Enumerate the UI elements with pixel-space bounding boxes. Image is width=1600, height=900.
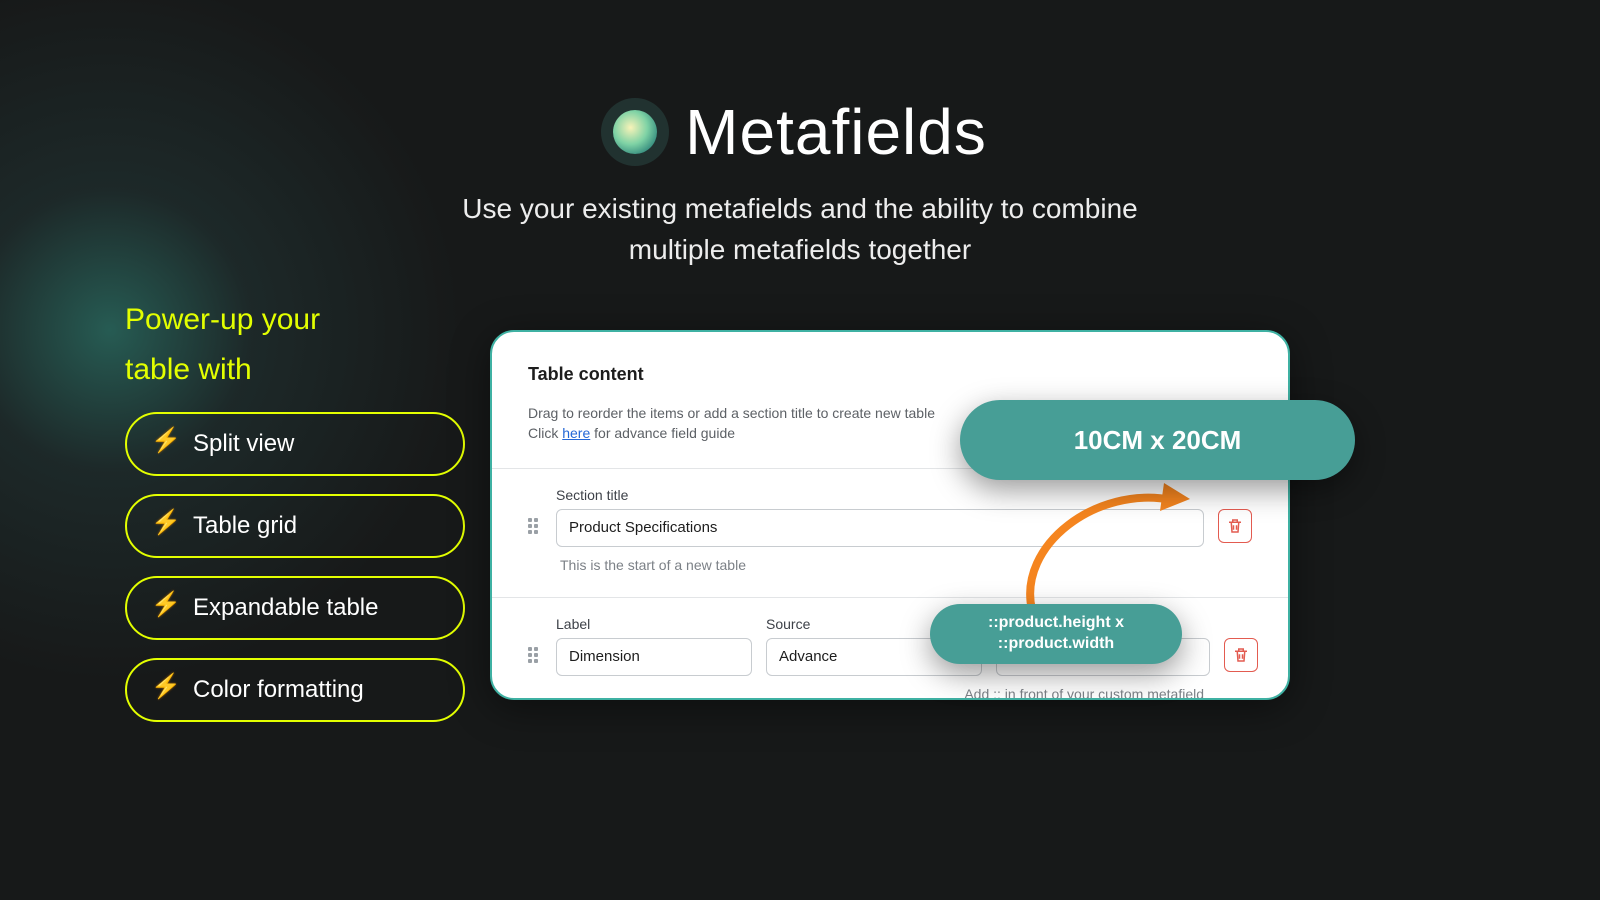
section-title-caption: This is the start of a new table xyxy=(560,557,1252,573)
feature-pill-color-formatting[interactable]: Color formatting xyxy=(125,658,465,722)
feature-heading-2: table with xyxy=(125,353,252,386)
section-title-label: Section title xyxy=(556,487,1204,503)
result-callout-text: 10CM x 20CM xyxy=(1074,425,1242,456)
delete-row-button[interactable] xyxy=(1224,638,1258,672)
page-subtitle-2: multiple metafields together xyxy=(629,234,971,265)
feature-pill-label: Expandable table xyxy=(193,594,378,622)
delete-section-button[interactable] xyxy=(1218,509,1252,543)
bolt-icon xyxy=(153,676,175,704)
drag-handle-icon[interactable] xyxy=(528,518,542,534)
result-callout: 10CM x 20CM xyxy=(960,400,1355,480)
page-title-text: Metafields xyxy=(685,95,987,169)
page-title: Metafields xyxy=(613,95,987,169)
label-field-input[interactable] xyxy=(556,638,752,676)
code-callout: ::product.height x ::product.width xyxy=(930,604,1182,664)
code-callout-text: ::product.height x ::product.width xyxy=(988,613,1124,655)
card-instr-click: Click xyxy=(528,425,562,441)
code-line-1: ::product.height x xyxy=(988,614,1124,631)
feature-pill-table-grid[interactable]: Table grid xyxy=(125,494,465,558)
bolt-icon xyxy=(153,512,175,540)
page-subtitle: Use your existing metafields and the abi… xyxy=(0,189,1600,270)
section-title-row: Section title xyxy=(528,487,1252,547)
feature-pill-split-view[interactable]: Split view xyxy=(125,412,465,476)
label-field-label: Label xyxy=(556,616,752,632)
page-subtitle-1: Use your existing metafields and the abi… xyxy=(462,193,1137,224)
drag-handle-icon[interactable] xyxy=(528,647,542,663)
feature-pill-label: Table grid xyxy=(193,512,297,540)
card-title: Table content xyxy=(528,364,1252,385)
advance-guide-link[interactable]: here xyxy=(562,425,590,441)
trash-icon xyxy=(1232,646,1250,664)
feature-pill-expandable-table[interactable]: Expandable table xyxy=(125,576,465,640)
section-title-input[interactable] xyxy=(556,509,1204,547)
divider xyxy=(492,597,1288,598)
trash-icon xyxy=(1226,517,1244,535)
feature-pill-label: Color formatting xyxy=(193,676,364,704)
code-line-2: ::product.width xyxy=(998,635,1114,652)
hero: Metafields Use your existing metafields … xyxy=(0,95,1600,270)
feature-pill-label: Split view xyxy=(193,430,294,458)
feature-heading-1: Power-up your xyxy=(125,303,320,336)
card-instr-rest: for advance field guide xyxy=(590,425,735,441)
advance-value-caption: Add :: in front of your custom metafield xyxy=(528,686,1204,700)
feature-heading: Power-up your table with xyxy=(125,295,465,394)
card-instr-1: Drag to reorder the items or add a secti… xyxy=(528,405,935,421)
logo-icon xyxy=(613,110,657,154)
bolt-icon xyxy=(153,430,175,458)
bolt-icon xyxy=(153,594,175,622)
feature-sidebar: Power-up your table with Split view Tabl… xyxy=(125,295,465,740)
